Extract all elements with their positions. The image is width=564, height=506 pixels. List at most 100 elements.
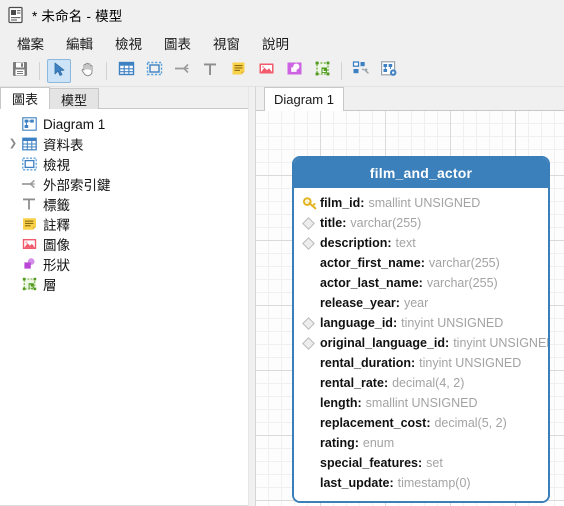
column-marker-none bbox=[303, 355, 320, 371]
sidebar-item-layers[interactable]: 層 bbox=[0, 274, 248, 294]
menu-edit[interactable]: 編輯 bbox=[55, 31, 104, 55]
column-separator: : bbox=[357, 396, 362, 410]
table-row[interactable]: special_features: set bbox=[294, 453, 548, 473]
column-type: smallint UNSIGNED bbox=[368, 196, 481, 210]
column-name: rating bbox=[320, 436, 355, 450]
diagram-settings-button[interactable] bbox=[377, 59, 401, 83]
sidebar-item-label: Diagram 1 bbox=[43, 116, 106, 132]
cursor-arrow-icon bbox=[51, 61, 67, 82]
sidebar-item-images[interactable]: 圖像 bbox=[0, 234, 248, 254]
sidebar-tab-diagrams[interactable]: 圖表 bbox=[0, 87, 51, 109]
diagram-canvas[interactable]: film_and_actor film_id: smallint UNSIGN… bbox=[256, 111, 564, 506]
table-row[interactable]: rental_duration: tinyint UNSIGNED bbox=[294, 353, 548, 373]
document-tab-diagram-1[interactable]: Diagram 1 bbox=[264, 87, 344, 111]
table-row[interactable]: original_language_id: tinyint UNSIGNED bbox=[294, 333, 548, 353]
save-button[interactable] bbox=[8, 59, 32, 83]
menu-view[interactable]: 檢視 bbox=[104, 31, 153, 55]
entity-column-list: film_id: smallint UNSIGNED title: varcha… bbox=[294, 188, 548, 501]
main-body: 圖表 模型 Diagram 1 ❯ 資料表 檢視 外部索引鍵 標籤 註釋 圖像 … bbox=[0, 87, 564, 506]
menu-help[interactable]: 說明 bbox=[251, 31, 300, 55]
new-image-button[interactable] bbox=[254, 59, 278, 83]
table-row[interactable]: replacement_cost: decimal(5, 2) bbox=[294, 413, 548, 433]
sidebar-item-tables[interactable]: ❯ 資料表 bbox=[0, 134, 248, 154]
column-marker-none bbox=[303, 435, 320, 451]
column-name: language_id bbox=[320, 316, 393, 330]
menu-window[interactable]: 視窗 bbox=[202, 31, 251, 55]
entity-table-film-and-actor[interactable]: film_and_actor film_id: smallint UNSIGN… bbox=[292, 156, 550, 503]
column-marker-none bbox=[303, 255, 320, 271]
pan-tool-button[interactable] bbox=[75, 59, 99, 83]
table-row[interactable]: release_year: year bbox=[294, 293, 548, 313]
auto-arrange-button[interactable] bbox=[349, 59, 373, 83]
table-row[interactable]: description: text bbox=[294, 233, 548, 253]
column-separator: : bbox=[417, 456, 423, 470]
table-row[interactable]: title: varchar(255) bbox=[294, 213, 548, 233]
sidebar-tab-model[interactable]: 模型 bbox=[49, 88, 100, 109]
text-label-icon bbox=[20, 196, 38, 212]
column-marker-none bbox=[303, 295, 320, 311]
index-diamond-icon bbox=[302, 315, 320, 331]
new-view-button[interactable] bbox=[142, 59, 166, 83]
new-layer-button[interactable] bbox=[310, 59, 334, 83]
select-tool-button[interactable] bbox=[47, 59, 71, 83]
window-title: * 未命名 - 模型 bbox=[32, 9, 123, 24]
sidebar-tree: Diagram 1 ❯ 資料表 檢視 外部索引鍵 標籤 註釋 圖像 形狀 層 bbox=[0, 109, 248, 505]
new-table-button[interactable] bbox=[114, 59, 138, 83]
panel-splitter[interactable] bbox=[248, 87, 256, 506]
column-separator: : bbox=[354, 436, 359, 450]
save-icon bbox=[11, 60, 29, 83]
column-name: release_year bbox=[320, 296, 396, 310]
table-row[interactable]: film_id: smallint UNSIGNED bbox=[294, 193, 548, 213]
entity-title: film_and_actor bbox=[294, 158, 548, 188]
table-row[interactable]: rating: enum bbox=[294, 433, 548, 453]
column-name: original_language_id bbox=[320, 336, 446, 350]
column-marker-none bbox=[303, 275, 320, 291]
new-note-button[interactable] bbox=[226, 59, 250, 83]
layer-icon bbox=[314, 60, 331, 82]
sidebar-item-foreign-keys[interactable]: 外部索引鍵 bbox=[0, 174, 248, 194]
sidebar-item-notes[interactable]: 註釋 bbox=[0, 214, 248, 234]
column-marker-none bbox=[303, 455, 320, 471]
menu-file[interactable]: 檔案 bbox=[6, 31, 55, 55]
table-row[interactable]: last_update: timestamp(0) bbox=[294, 473, 548, 493]
column-marker-none bbox=[303, 475, 320, 491]
column-separator: : bbox=[420, 256, 425, 270]
column-name: replacement_cost bbox=[320, 416, 427, 430]
column-marker-none bbox=[303, 375, 320, 391]
sidebar-item-views[interactable]: 檢視 bbox=[0, 154, 248, 174]
chevron-right-icon[interactable]: ❯ bbox=[6, 134, 20, 154]
toolbar-separator-2 bbox=[106, 62, 107, 80]
column-type: text bbox=[395, 236, 416, 250]
column-name: rental_rate bbox=[320, 376, 384, 390]
table-grid-icon bbox=[118, 60, 135, 82]
note-icon bbox=[20, 216, 38, 232]
column-type: tinyint UNSIGNED bbox=[419, 356, 522, 370]
table-row[interactable]: language_id: tinyint UNSIGNED bbox=[294, 313, 548, 333]
sidebar-item-diagram-1[interactable]: Diagram 1 bbox=[0, 114, 248, 134]
column-type: decimal(5, 2) bbox=[434, 416, 507, 430]
auto-arrange-icon bbox=[352, 60, 370, 82]
application-window: * 未命名 - 模型 檔案 編輯 檢視 圖表 視窗 說明 圖表 模型 Diagr… bbox=[0, 0, 564, 506]
table-row[interactable]: rental_rate: decimal(4, 2) bbox=[294, 373, 548, 393]
new-foreign-key-button[interactable] bbox=[170, 59, 194, 83]
column-type: varchar(255) bbox=[350, 216, 422, 230]
foreign-key-icon bbox=[20, 176, 38, 192]
sidebar-item-label: 層 bbox=[43, 278, 57, 293]
new-label-button[interactable] bbox=[198, 59, 222, 83]
menu-diagram[interactable]: 圖表 bbox=[153, 31, 202, 55]
column-type: decimal(4, 2) bbox=[392, 376, 465, 390]
shape-icon bbox=[286, 60, 303, 82]
view-dashed-icon bbox=[146, 60, 163, 82]
hand-icon bbox=[79, 61, 95, 82]
image-icon bbox=[20, 236, 38, 252]
new-shape-button[interactable] bbox=[282, 59, 306, 83]
table-row[interactable]: length: smallint UNSIGNED bbox=[294, 393, 548, 413]
column-name: title bbox=[320, 216, 343, 230]
column-name: actor_first_name bbox=[320, 256, 421, 270]
sidebar-item-shapes[interactable]: 形狀 bbox=[0, 254, 248, 274]
sidebar-tabstrip: 圖表 模型 bbox=[0, 87, 248, 109]
table-row[interactable]: actor_first_name: varchar(255) bbox=[294, 253, 548, 273]
sidebar-item-labels[interactable]: 標籤 bbox=[0, 194, 248, 214]
table-row[interactable]: actor_last_name: varchar(255) bbox=[294, 273, 548, 293]
column-separator: : bbox=[445, 336, 450, 350]
